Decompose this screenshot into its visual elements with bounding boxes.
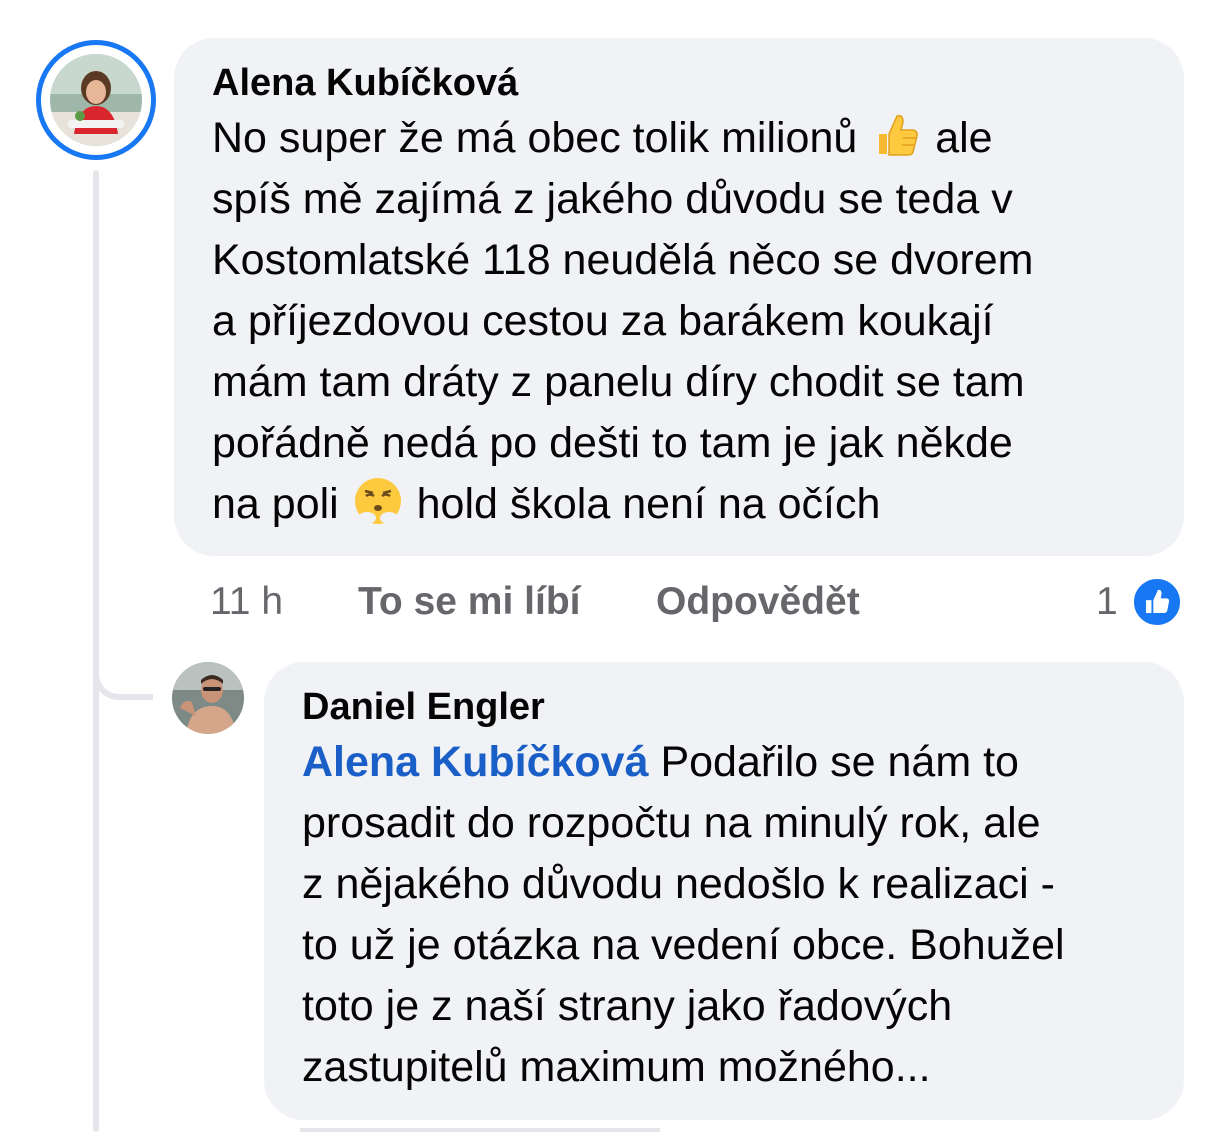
comment-line: No super že má obec tolik milionů ale xyxy=(212,108,1148,169)
reaction-count: 1 xyxy=(1096,580,1118,623)
comment-timestamp[interactable]: 11 h xyxy=(210,572,283,632)
face-with-steam-icon xyxy=(351,474,405,528)
comment-line: Kostomlatské 118 neudělá něco se dvorem xyxy=(212,236,1034,284)
reply-text: Alena Kubíčková Podařilo se nám to prosa… xyxy=(302,732,1148,1098)
mention-link[interactable]: Alena Kubíčková xyxy=(302,738,649,786)
comment-text-segment: hold škola není na očích xyxy=(404,480,881,528)
reply-button[interactable]: Odpovědět xyxy=(656,572,860,632)
story-ring[interactable] xyxy=(36,40,156,160)
comment-text-segment: ale xyxy=(923,114,993,162)
comment-text-segment: na poli xyxy=(212,480,351,528)
reply-text-segment: Podařilo se nám to xyxy=(648,738,1019,786)
comment-line: na poli hold škola není na očích xyxy=(212,474,1148,535)
like-button[interactable]: To se mi líbí xyxy=(358,572,580,632)
profile-photo-man-icon xyxy=(172,662,244,734)
comment-line: pořádně nedá po dešti to tam je jak někd… xyxy=(212,419,1013,467)
comment-text-segment: No super že má obec tolik milionů xyxy=(212,114,870,162)
profile-photo-woman-icon xyxy=(50,54,142,146)
comment-line: mám tam dráty z panelu díry chodit se ta… xyxy=(212,358,1025,406)
comment-bubble: Alena Kubíčková No super že má obec toli… xyxy=(174,38,1184,556)
reply-line: to už je otázka na vedení obce. Bohužel xyxy=(302,921,1065,969)
reply-bubble: Daniel Engler Alena Kubíčková Podařilo s… xyxy=(264,662,1184,1120)
reply-avatar[interactable] xyxy=(172,662,244,734)
comment-author[interactable]: Alena Kubíčková xyxy=(212,58,1148,108)
comment-line: spíš mě zajímá z jakého důvodu se teda v xyxy=(212,175,1013,223)
comment-line: a příjezdovou cestou za barákem koukají xyxy=(212,297,994,345)
reply-line: Alena Kubíčková Podařilo se nám to xyxy=(302,732,1148,793)
reply-line: toto je z naší strany jako řadových xyxy=(302,982,953,1030)
comment-text: No super že má obec tolik milionů ale sp… xyxy=(212,108,1148,535)
reply-thread-connector xyxy=(93,600,153,700)
avatar[interactable] xyxy=(50,54,142,146)
reply-author[interactable]: Daniel Engler xyxy=(302,682,1148,732)
thumbs-up-icon xyxy=(869,108,923,162)
reply-line: zastupitelů maximum možného... xyxy=(302,1043,931,1091)
reply-line: prosadit do rozpočtu na minulý rok, ale xyxy=(302,799,1041,847)
like-reaction-icon xyxy=(1132,577,1182,627)
next-item-edge xyxy=(300,1128,660,1132)
reply-line: z nějakého důvodu nedošlo k realizaci - xyxy=(302,860,1055,908)
